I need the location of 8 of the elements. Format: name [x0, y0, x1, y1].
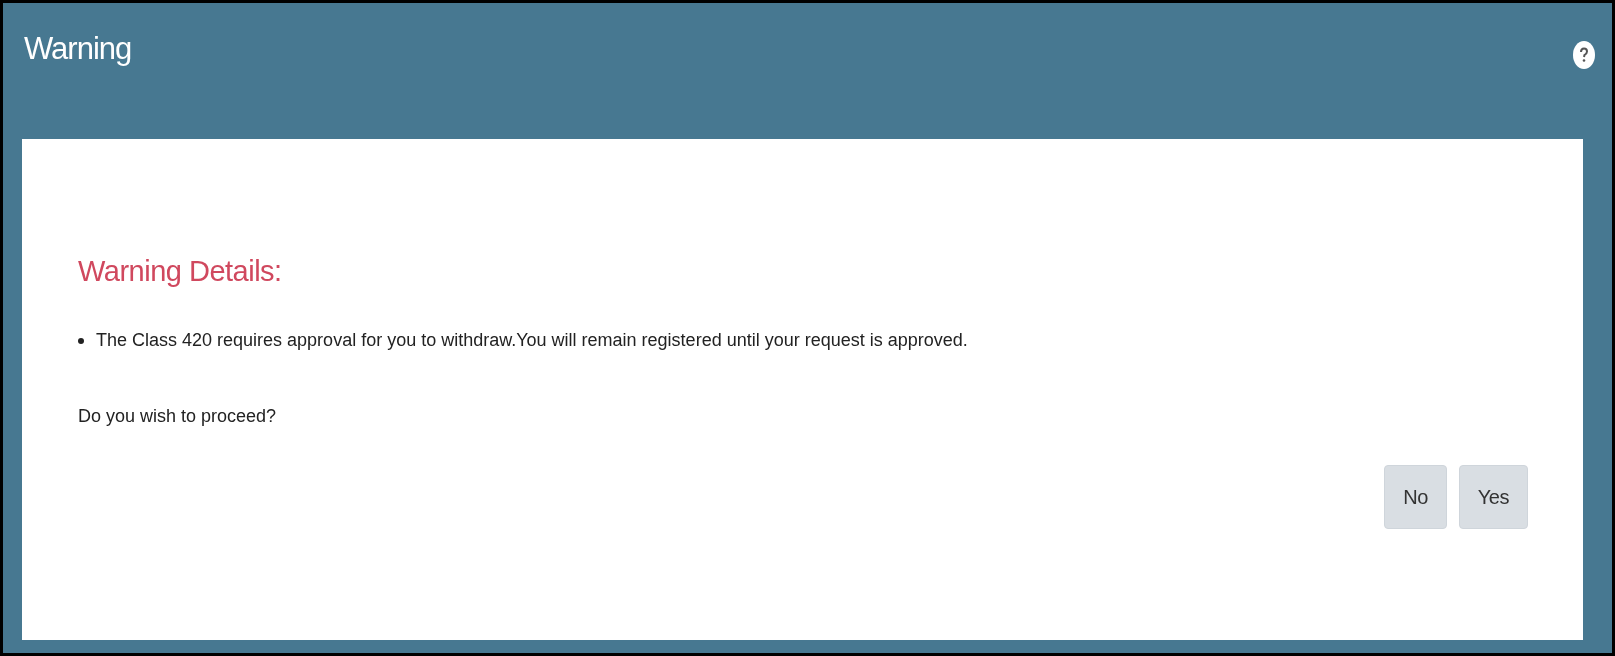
- warning-message: The Class 420 requires approval for you to withdraw.You will remain registered until your request is approved.: [96, 330, 968, 351]
- help-icon[interactable]: [1573, 41, 1595, 69]
- no-button[interactable]: No: [1384, 465, 1447, 529]
- warning-heading: Warning Details:: [78, 255, 283, 288]
- dialog-title: Warning: [23, 31, 132, 67]
- confirmation-question: Do you wish to proceed?: [78, 406, 278, 427]
- bullet-icon: [78, 337, 84, 344]
- yes-button[interactable]: Yes: [1458, 465, 1528, 529]
